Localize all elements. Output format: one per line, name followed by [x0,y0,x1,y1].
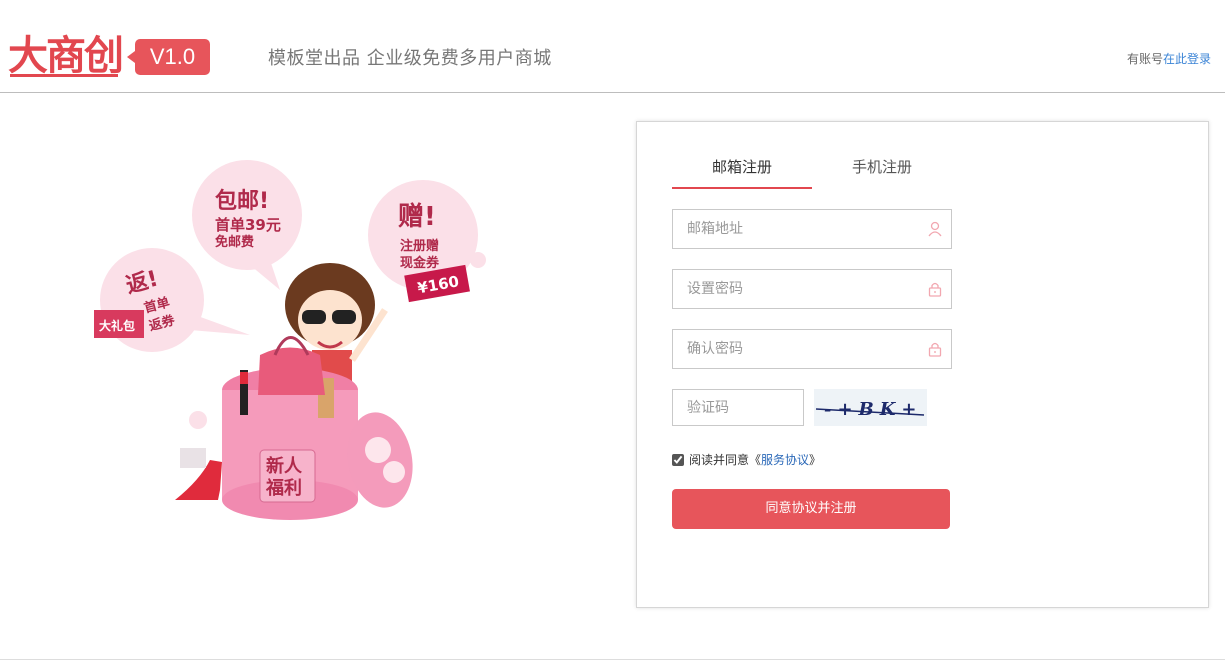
login-hint: 有账号在此登录 [1127,50,1211,67]
lock-icon [928,342,942,357]
version-badge: V1.0 [127,39,210,75]
agree-checkbox[interactable] [672,453,684,466]
postage-line2: 免邮费 [215,234,254,250]
gift-box: 新人 福利 [222,336,413,520]
password-field-wrapper [672,269,952,309]
postage-bubble: 包邮! 首单39元 免邮费 [192,160,302,290]
captcha-field-wrapper [672,389,804,426]
password-input[interactable] [673,270,951,308]
box-label-2: 福利 [265,477,302,499]
agreement: 阅读并同意服务协议 [672,451,821,468]
header: 大商创 V1.0 模板堂出品 企业级免费多用户商城 有账号在此登录 [0,0,1225,93]
user-icon [928,221,942,237]
register-tabs: 邮箱注册 手机注册 [672,152,952,189]
register-submit-button[interactable]: 同意协议并注册 [672,489,950,529]
gift-bubble: 赠! 注册赠 现金券 ¥160 [368,180,486,303]
promo-illustration: 包邮! 首单39元 免邮费 赠! 注册赠 现金券 ¥160 返! 首单 返券 大… [94,160,486,520]
postage-line1: 首单39元 [215,216,281,234]
header-slogan: 模板堂出品 企业级免费多用户商城 [268,48,552,69]
gift-line1: 注册赠 [400,238,439,254]
shoe [175,411,222,500]
service-agreement-link[interactable]: 服务协议 [749,451,821,468]
confirm-password-input[interactable] [673,330,951,368]
email-input[interactable] [673,210,951,248]
postage-title: 包邮! [215,188,269,214]
tab-email-register[interactable]: 邮箱注册 [672,152,812,189]
register-panel: 邮箱注册 手机注册 -+BK+ 阅读并同意服务协议 [636,121,1209,608]
footer-divider [0,659,1225,660]
box-label-1: 新人 [266,455,303,477]
gift-line2: 现金券 [400,255,440,271]
confirm-password-field-wrapper [672,329,952,369]
lock-icon [928,282,942,297]
login-prefix: 有账号 [1126,52,1163,66]
email-field-wrapper [672,209,952,249]
captcha-text: -+BK+ [824,399,923,420]
login-link[interactable]: 在此登录 [1163,52,1211,66]
tab-phone-register[interactable]: 手机注册 [812,152,952,189]
captcha-image[interactable]: -+BK+ [814,389,927,426]
agree-text: 阅读并同意 [689,453,750,467]
return-tag: 大礼包 [99,318,135,333]
captcha-input[interactable] [673,390,803,425]
gift-title: 赠! [398,201,436,232]
logo-underline [10,74,118,77]
